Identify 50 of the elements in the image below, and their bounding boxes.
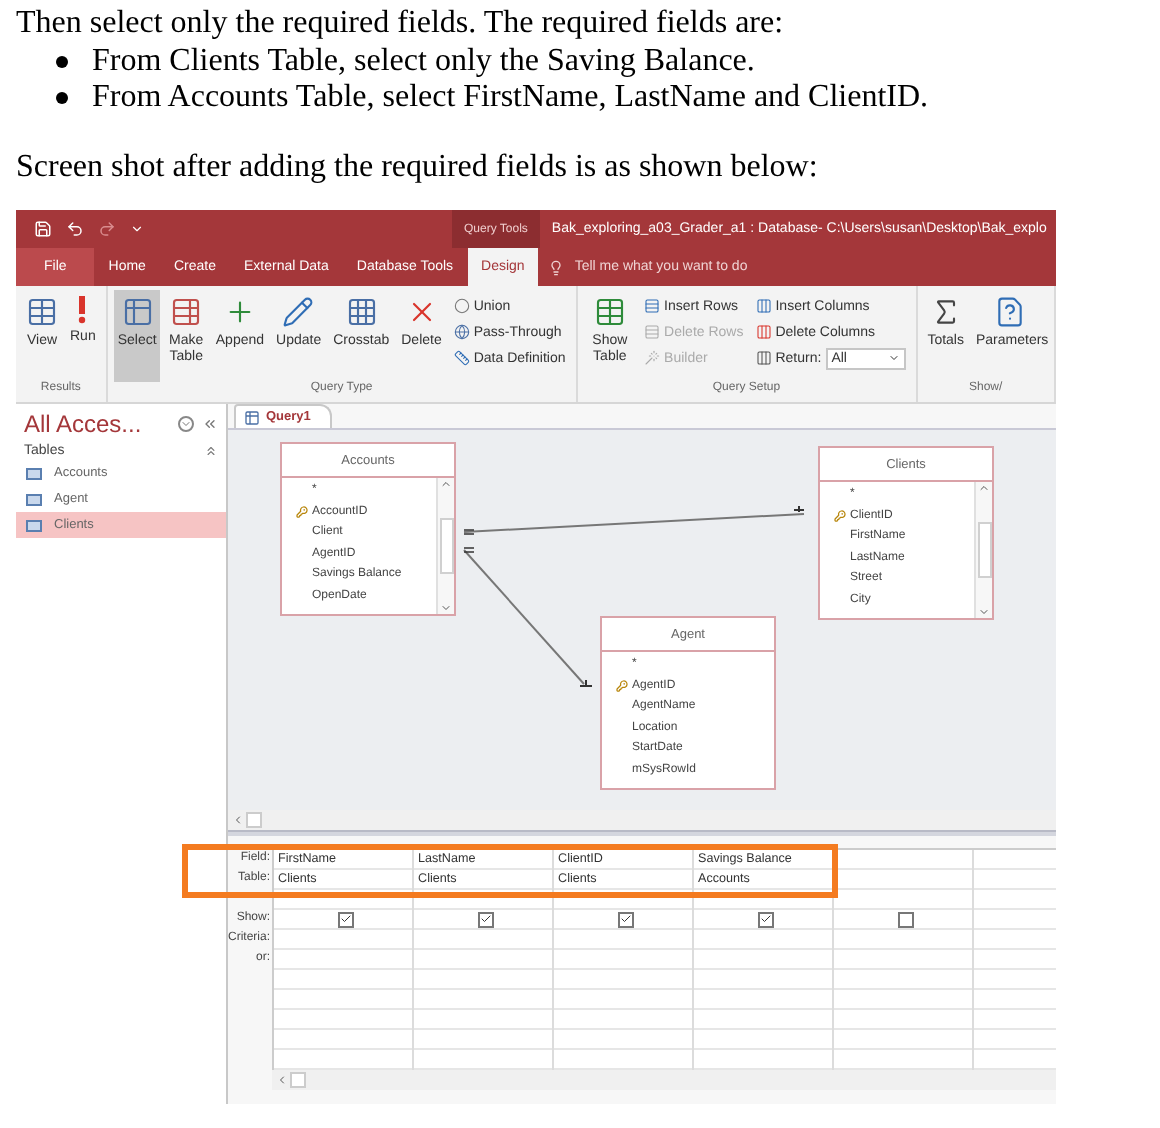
scroll-thumb[interactable] <box>290 1072 307 1088</box>
caret-icon[interactable] <box>130 222 144 236</box>
save-icon[interactable] <box>34 220 52 238</box>
circle-icon <box>453 298 470 314</box>
question-icon <box>994 296 1026 328</box>
scroll-left-icon[interactable] <box>276 1074 289 1086</box>
checkbox[interactable] <box>337 911 354 927</box>
collapse-icon[interactable] <box>202 416 218 432</box>
grid-icon <box>345 296 378 328</box>
pane-title[interactable]: All Acces... <box>24 410 142 438</box>
columns-icon <box>755 350 772 366</box>
scroll-thumb[interactable] <box>246 812 262 828</box>
scrollbar[interactable] <box>436 478 454 614</box>
bullet-text: From Accounts Table, select FirstName, LastName and ClientID. <box>92 80 929 117</box>
columns-icon <box>755 298 772 314</box>
circle-caret-icon[interactable] <box>178 416 194 432</box>
relationship-line <box>463 547 593 687</box>
query-icon <box>244 409 260 425</box>
rows-icon <box>644 324 661 340</box>
bullet-text: From Clients Table, select only the Saving Balance. <box>92 43 755 80</box>
table-icon <box>170 296 203 328</box>
table-icon <box>593 296 626 328</box>
rows-icon <box>644 298 661 314</box>
scroll-up-icon[interactable] <box>440 478 452 490</box>
scroll-down-icon[interactable] <box>440 602 452 614</box>
intro-text: Then select only the required fields. The required fields are: <box>16 6 786 43</box>
scroll-up-icon[interactable] <box>978 482 990 494</box>
globe-icon <box>453 324 470 340</box>
bullet-icon <box>56 55 68 68</box>
ruler-icon <box>453 350 470 366</box>
lightbulb-icon <box>548 259 565 275</box>
scroll-left-icon[interactable] <box>232 814 244 826</box>
columns-icon <box>755 324 772 340</box>
checkbox[interactable] <box>617 911 634 927</box>
redo-icon[interactable] <box>98 220 116 238</box>
checkbox[interactable] <box>477 911 494 927</box>
scrollbar[interactable] <box>272 1070 1056 1090</box>
scroll-down-icon[interactable] <box>978 606 990 618</box>
caption-text: Screen shot after adding the required fields is as shown below: <box>16 149 820 186</box>
caret-icon <box>887 352 900 364</box>
undo-icon[interactable] <box>66 220 84 238</box>
checkbox[interactable] <box>897 911 914 927</box>
exclamation-icon <box>76 296 89 324</box>
bullet-icon <box>56 92 68 105</box>
scrollbar[interactable] <box>974 482 992 618</box>
table-icon <box>121 296 154 328</box>
table-icon <box>26 296 58 328</box>
checkbox[interactable] <box>757 911 774 927</box>
chevron-icon[interactable] <box>204 444 218 458</box>
pencil-icon <box>282 296 315 328</box>
